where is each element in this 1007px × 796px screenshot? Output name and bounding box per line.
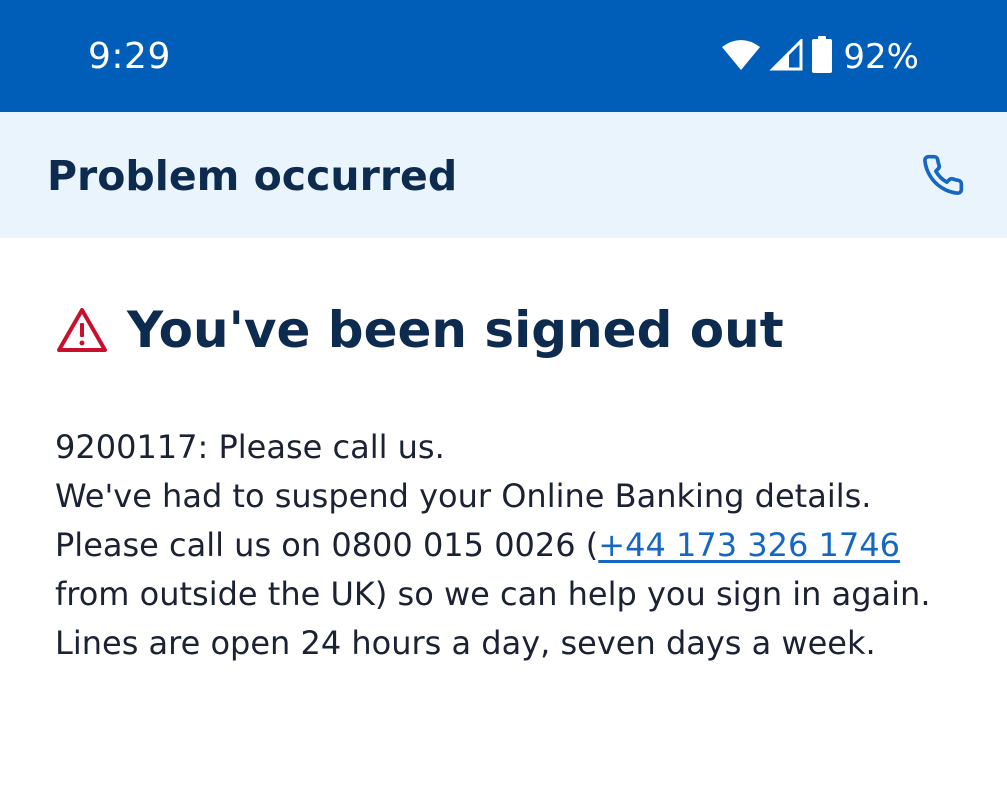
message-suspended-line: We've had to suspend your Online Banking… [55,477,872,515]
screen: 9:29 92% Problem occurred You've been si… [0,0,1007,796]
battery-icon [811,36,833,78]
page-title: Problem occurred [47,152,458,200]
alert-title: You've been signed out [127,301,784,359]
status-bar: 9:29 92% [0,0,1007,112]
error-message: 9200117: Please call us. We've had to su… [55,423,955,668]
message-call-suffix: from outside the UK) so we can help you … [55,575,931,662]
status-time: 9:29 [88,36,171,77]
message-call-prefix: Please call us on 0800 015 0026 ( [55,526,599,564]
error-code-line: 9200117: Please call us. [55,428,445,466]
phone-icon [921,153,965,201]
warning-triangle-icon [55,305,109,355]
message-call-paragraph: Please call us on 0800 015 0026 (+44 173… [55,521,955,668]
call-button[interactable] [912,146,974,208]
alert-heading: You've been signed out [55,298,784,362]
international-phone-link[interactable]: +44 173 326 1746 [598,526,900,564]
status-icons: 92% [721,36,919,78]
cell-signal-icon [769,37,803,75]
wifi-icon [721,39,761,75]
battery-percentage: 92% [843,37,919,77]
